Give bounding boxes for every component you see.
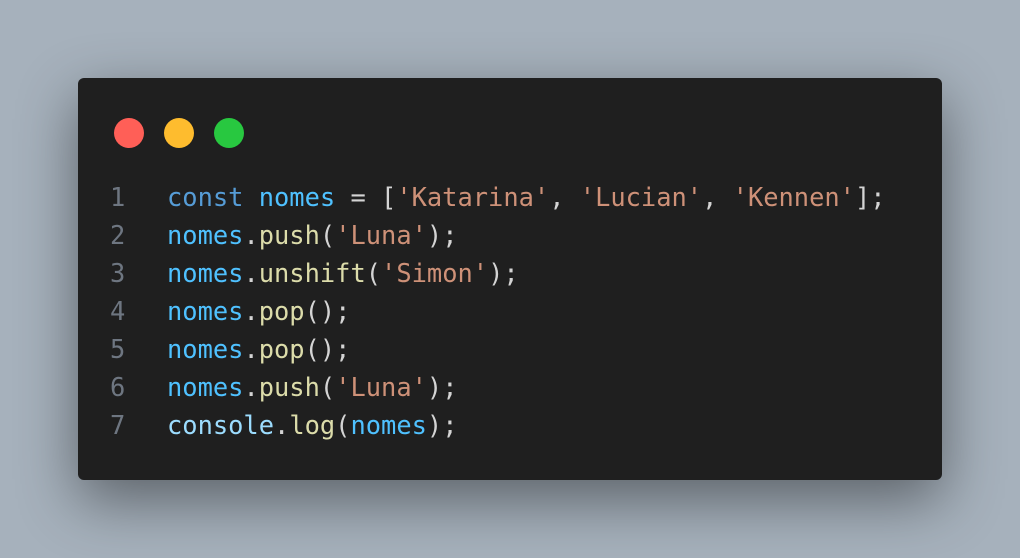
line-number: 7 [110,410,126,440]
token-punct: ); [488,258,519,288]
minimize-dot-icon [164,118,194,148]
token-punct: ); [426,410,458,440]
line-number: 5 [110,334,126,364]
token-string: 'Luna' [335,372,427,402]
token-string: 'Simon' [381,258,489,288]
token-variable: nomes [167,372,244,402]
token-punct: = [ [335,182,397,212]
token-punct: . [243,372,259,402]
token-punct: . [243,296,259,326]
token-string: 'Lucian' [579,182,703,212]
code-window: 1 const nomes = ['Katarina', 'Lucian', 'K… [78,78,942,480]
token-punct: ( [319,220,336,250]
token-string: 'Kennen' [732,182,855,212]
token-punct: (); [304,296,351,326]
line-number: 4 [110,296,126,326]
code-line: 3 nomes. unshift('Simon'); [78,254,886,292]
line-number: 3 [110,258,126,288]
token-keyword: const [167,182,244,212]
token-function: log [289,410,336,440]
token-punct: . [243,334,259,364]
token-function: push [258,372,320,402]
token-function: push [258,220,320,250]
code-line: 1 const nomes = ['Katarina', 'Lucian', 'K… [78,178,886,216]
token-variable: nomes [350,410,427,440]
token-function: pop [258,296,305,326]
token-punct [243,178,258,216]
token-variable: nomes [258,182,336,212]
token-string: 'Luna' [335,220,427,250]
line-number: 2 [110,220,126,250]
token-function: unshift [258,258,366,288]
token-punct: . [243,220,259,250]
token-punct: ]; [854,182,886,212]
token-punct: ( [365,258,382,288]
code-line: 2 nomes. push('Luna'); [78,216,886,254]
token-variable: nomes [167,296,244,326]
code-line: 5 nomes. pop (); [78,330,886,368]
line-number: 1 [110,182,126,212]
token-punct: , [549,182,580,212]
token-punct: . [274,410,290,440]
token-variable: nomes [167,334,244,364]
token-punct: ( [319,372,336,402]
code-line: 7 console. log(nomes); [78,406,886,444]
token-punct: ( [335,410,351,440]
token-punct: , [702,182,733,212]
token-variable: nomes [167,220,244,250]
code-line: 4 nomes. pop (); [78,292,886,330]
token-punct: (); [304,334,351,364]
line-number: 6 [110,372,126,402]
token-string: 'Katarina' [396,182,550,212]
token-punct: ); [426,372,458,402]
code-block: 1 const nomes = ['Katarina', 'Lucian', 'K… [78,178,886,444]
close-dot-icon [114,118,144,148]
token-punct: . [243,258,259,288]
maximize-dot-icon [214,118,244,148]
token-punct: ); [426,220,458,250]
token-object: console [167,410,275,440]
code-line: 6 nomes. push('Luna'); [78,368,886,406]
token-variable: nomes [167,258,244,288]
token-function: pop [258,334,305,364]
